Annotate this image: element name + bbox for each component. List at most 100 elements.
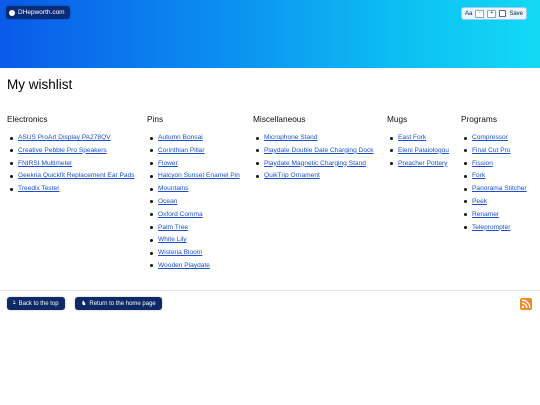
- column-mugs: Mugs East Fork Eleni Palaiologou Preacher …: [387, 114, 449, 172]
- list-item: White Lily: [147, 236, 240, 249]
- bullet-icon: [256, 149, 259, 153]
- bullet-icon: [150, 213, 153, 217]
- list-item: Playdate Magnetic Charging Stand: [253, 160, 374, 173]
- list-item: Fission: [461, 160, 527, 173]
- bullet-icon: [464, 162, 467, 166]
- wishlist-item-link[interactable]: Autumn Bonsai: [158, 134, 203, 141]
- list-item: Peek: [461, 198, 527, 211]
- item-list: Microphone Stand Playdate Double Date Cha…: [253, 134, 374, 185]
- footer-divider: [0, 290, 540, 291]
- wishlist-item-link[interactable]: Peek: [472, 198, 487, 205]
- list-item: Final Cut Pro: [461, 147, 527, 160]
- save-label: Save: [509, 10, 523, 17]
- column-programs: Programs Compressor Final Cut Pro Fission F…: [461, 114, 527, 236]
- item-list: Compressor Final Cut Pro Fission Fork Panora…: [461, 134, 527, 236]
- wishlist-item-link[interactable]: Treedix Tester: [18, 185, 59, 192]
- wishlist-item-link[interactable]: Playdate Double Date Charging Dock: [264, 147, 374, 154]
- list-item: Teleprompter: [461, 224, 527, 237]
- bullet-icon: [390, 136, 393, 140]
- list-item: Panorama Stitcher: [461, 185, 527, 198]
- site-link[interactable]: DHepworth.com: [6, 6, 70, 19]
- list-item: Creative Pebble Pro Speakers: [7, 147, 135, 160]
- list-item: QuikTrip Ornament: [253, 172, 374, 185]
- wishlist-item-link[interactable]: Halcyon Sunset Enamel Pin: [158, 172, 240, 179]
- back-to-top-button[interactable]: 👆︎ Back to the top: [7, 297, 65, 310]
- decrease-font-button[interactable]: -: [475, 9, 485, 18]
- wishlist-item-link[interactable]: Palm Tree: [158, 224, 188, 231]
- bullet-icon: [150, 226, 153, 230]
- wishlist-item-link[interactable]: Teleprompter: [472, 224, 510, 231]
- display-controls: Aa - + Save: [460, 7, 527, 20]
- wishlist-item-link[interactable]: Renamer: [472, 211, 499, 218]
- wishlist-item-link[interactable]: Geekria Quickfit Replacement Ear Pads: [18, 172, 135, 179]
- wishlist-item-link[interactable]: Wooden Playdate: [158, 262, 210, 269]
- list-item: Wooden Playdate: [147, 262, 240, 275]
- wishlist-item-link[interactable]: QuikTrip Ornament: [264, 172, 320, 179]
- list-item: Preacher Pottery: [387, 160, 449, 173]
- wishlist-item-link[interactable]: Fission: [472, 160, 493, 167]
- list-item: Wisteria Bloom: [147, 249, 240, 262]
- wishlist-item-link[interactable]: ASUS ProArt Display PA278QV: [18, 134, 111, 141]
- bullet-icon: [150, 149, 153, 153]
- home-label: Return to the home page: [89, 300, 156, 307]
- wishlist-item-link[interactable]: Final Cut Pro: [472, 147, 510, 154]
- wishlist-item-link[interactable]: Playdate Magnetic Charging Stand: [264, 160, 366, 167]
- bullet-icon: [150, 238, 153, 242]
- wishlist-item-link[interactable]: White Lily: [158, 236, 187, 243]
- wishlist-item-link[interactable]: Creative Pebble Pro Speakers: [18, 147, 107, 154]
- bullet-icon: [464, 136, 467, 140]
- home-button[interactable]: ♞ Return to the home page: [75, 297, 162, 310]
- bullet-icon: [10, 136, 13, 140]
- page-title: My wishlist: [7, 77, 73, 92]
- wishlist-item-link[interactable]: Eleni Palaiologou: [398, 147, 449, 154]
- bullet-icon: [150, 264, 153, 268]
- list-item: Corinthian Pillar: [147, 147, 240, 160]
- wishlist-item-link[interactable]: Wisteria Bloom: [158, 249, 202, 256]
- bullet-icon: [150, 136, 153, 140]
- column-heading: Programs: [461, 114, 497, 124]
- bullet-icon: [150, 187, 153, 191]
- wishlist-item-link[interactable]: Fork: [472, 172, 485, 179]
- bullet-icon: [150, 200, 153, 204]
- bullet-icon: [464, 213, 467, 217]
- save-checkbox[interactable]: [499, 10, 507, 17]
- font-size-label: Aa: [464, 10, 473, 17]
- wishlist-item-link[interactable]: Compressor: [472, 134, 508, 141]
- bullet-icon: [256, 162, 259, 166]
- list-item: Ocean: [147, 198, 240, 211]
- column-electronics: Electronics ASUS ProArt Display PA278QV C…: [7, 114, 135, 198]
- bullet-icon: [464, 200, 467, 204]
- list-item: Compressor: [461, 134, 527, 147]
- list-item: Renamer: [461, 211, 527, 224]
- wishlist-item-link[interactable]: Flower: [158, 160, 178, 167]
- site-logo-icon: [9, 9, 15, 16]
- wishlist-item-link[interactable]: Corinthian Pillar: [158, 147, 205, 154]
- wishlist-item-link[interactable]: Preacher Pottery: [398, 160, 447, 167]
- column-heading: Pins: [147, 114, 164, 124]
- column-heading: Miscellaneous: [253, 114, 306, 124]
- list-item: East Fork: [387, 134, 449, 147]
- wishlist-item-link[interactable]: Panorama Stitcher: [472, 185, 527, 192]
- wishlist-item-link[interactable]: Ocean: [158, 198, 177, 205]
- list-item: Fork: [461, 172, 527, 185]
- rss-icon[interactable]: [520, 298, 532, 310]
- wishlist-item-link[interactable]: Microphone Stand: [264, 134, 318, 141]
- bullet-icon: [390, 162, 393, 166]
- bullet-icon: [150, 174, 153, 178]
- bullet-icon: [256, 174, 259, 178]
- list-item: Oxford Comma: [147, 211, 240, 224]
- column-pins: Pins Autumn Bonsai Corinthian Pillar Flowe…: [147, 114, 240, 275]
- list-item: Flower: [147, 160, 240, 173]
- site-name: DHepworth.com: [18, 9, 65, 16]
- list-item: ASUS ProArt Display PA278QV: [7, 134, 135, 147]
- list-item: Halcyon Sunset Enamel Pin: [147, 172, 240, 185]
- horse-icon: ♞: [81, 301, 87, 307]
- wishlist-item-link[interactable]: East Fork: [398, 134, 426, 141]
- list-item: Mountains: [147, 185, 240, 198]
- increase-font-button[interactable]: +: [487, 9, 497, 18]
- wishlist-item-link[interactable]: Oxford Comma: [158, 211, 203, 218]
- bullet-icon: [10, 149, 13, 153]
- list-item: Geekria Quickfit Replacement Ear Pads: [7, 172, 135, 185]
- wishlist-item-link[interactable]: Mountains: [158, 185, 188, 192]
- wishlist-item-link[interactable]: FNIRSI Multimeter: [18, 160, 72, 167]
